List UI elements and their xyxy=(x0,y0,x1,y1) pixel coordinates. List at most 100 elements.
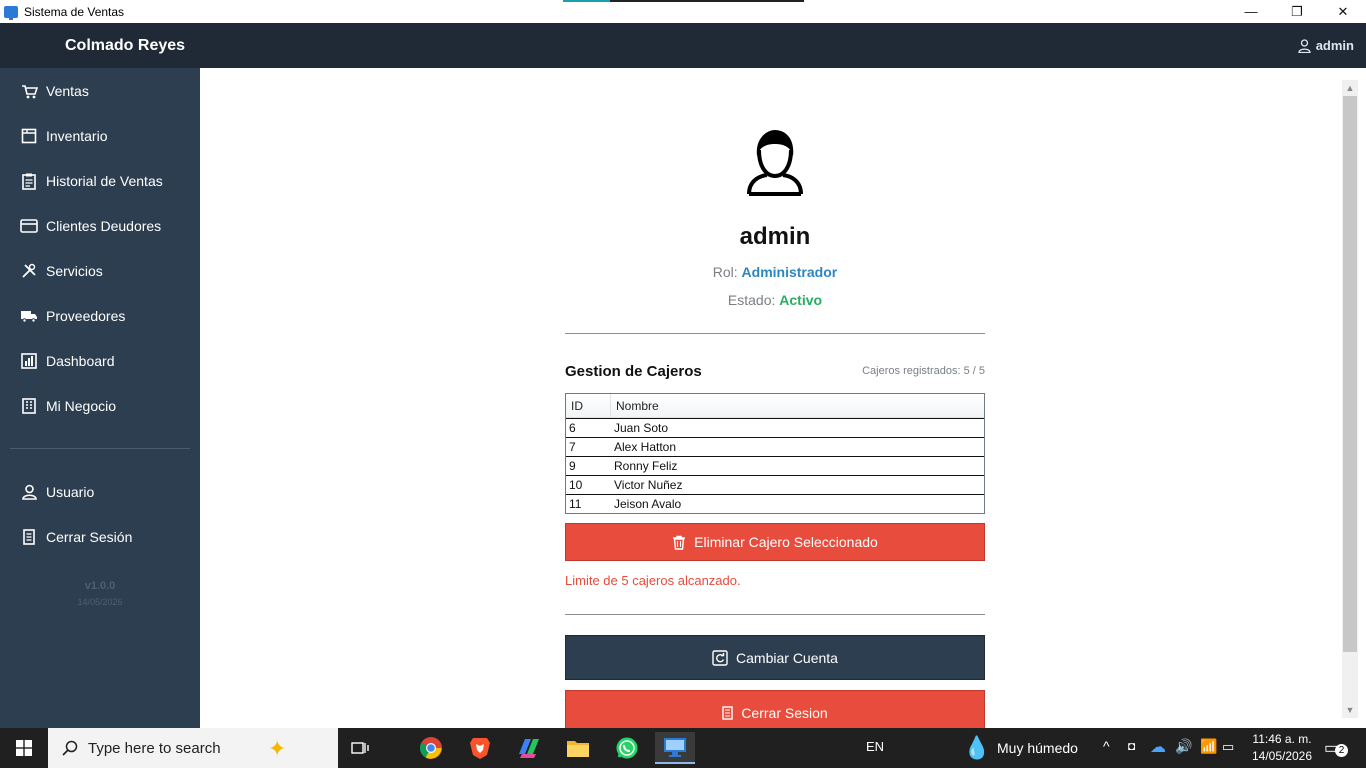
language-indicator[interactable]: EN xyxy=(866,739,884,754)
taskbar: Type here to search ✦ EN 💧 Muy húmedo ^ … xyxy=(0,728,1366,768)
cashiers-title: Gestion de Cajeros xyxy=(565,363,702,380)
task-view-button[interactable] xyxy=(340,732,380,764)
taskbar-app-brave[interactable] xyxy=(460,732,500,764)
task-view-icon xyxy=(351,742,369,754)
copilot-sparkle-icon: ✦ xyxy=(268,736,287,761)
taskbar-app-whatsapp[interactable] xyxy=(607,732,647,764)
sidebar-divider xyxy=(10,448,190,449)
taskbar-app-chrome[interactable] xyxy=(411,732,451,764)
app-version-date: 14/05/2026 xyxy=(77,597,123,607)
delete-cashier-button[interactable]: Eliminar Cajero Seleccionado xyxy=(565,523,985,561)
door-icon xyxy=(722,705,734,720)
scroll-down-icon[interactable]: ▼ xyxy=(1342,703,1358,717)
table-row[interactable]: 11 Jeison Avalo xyxy=(566,494,984,513)
sidebar-item-usuario[interactable]: Usuario xyxy=(20,480,94,504)
cell-id: 9 xyxy=(569,459,576,473)
avatar xyxy=(745,126,805,196)
minimize-button[interactable]: — xyxy=(1228,0,1274,23)
sidebar-item-proveedores[interactable]: Proveedores xyxy=(20,304,125,328)
clock-time: 11:46 a. m. xyxy=(1252,732,1312,746)
taskbar-search[interactable]: Type here to search ✦ xyxy=(48,728,338,768)
sidebar-item-mi-negocio[interactable]: Mi Negocio xyxy=(20,394,116,418)
windows-icon xyxy=(16,740,32,756)
window-titlebar: Sistema de Ventas — ❐ ✕ xyxy=(0,0,1366,23)
chevron-up-icon[interactable]: ^ xyxy=(1103,738,1110,754)
sidebar-item-label: Dashboard xyxy=(46,353,115,369)
sidebar-item-label: Servicios xyxy=(46,263,103,279)
table-header: ID Nombre xyxy=(566,394,984,418)
cell-name: Jeison Avalo xyxy=(614,497,682,511)
notifications-button[interactable]: ▭ 2 xyxy=(1324,738,1348,758)
main-content: admin Rol: Administrador Estado: Activo … xyxy=(200,68,1366,728)
taskbar-app-m365[interactable] xyxy=(509,732,549,764)
app-version: v1.0.0 xyxy=(84,580,116,592)
monitor-icon xyxy=(664,738,686,757)
sidebar: Ventas Inventario Historial de Ventas Cl… xyxy=(0,68,200,728)
sidebar-item-label: Ventas xyxy=(46,83,89,99)
sidebar-item-clientes[interactable]: Clientes Deudores xyxy=(20,214,161,238)
wifi-icon[interactable]: 📶 xyxy=(1200,738,1217,755)
header-username: admin xyxy=(1315,38,1354,53)
cashiers-count: Cajeros registrados: 5 / 5 xyxy=(862,365,985,377)
restore-button[interactable]: ❐ xyxy=(1274,0,1320,23)
table-row[interactable]: 7 Alex Hatton xyxy=(566,437,984,456)
battery-icon[interactable]: ▭ xyxy=(1222,739,1234,755)
onedrive-cloud-icon[interactable]: ☁ xyxy=(1150,737,1166,757)
cell-id: 10 xyxy=(569,478,583,492)
section-divider xyxy=(565,333,985,334)
user-avatar-icon xyxy=(747,130,803,196)
sidebar-item-cerrar-sesion[interactable]: Cerrar Sesión xyxy=(20,525,132,549)
cart-icon xyxy=(20,82,38,100)
scroll-thumb[interactable] xyxy=(1343,96,1357,652)
sidebar-item-label: Cerrar Sesión xyxy=(46,529,133,545)
close-button[interactable]: ✕ xyxy=(1320,0,1366,23)
sidebar-item-inventario[interactable]: Inventario xyxy=(20,124,107,148)
taskbar-app-sistema-ventas[interactable] xyxy=(655,732,695,764)
switch-account-label: Cambiar Cuenta xyxy=(736,649,838,666)
table-row[interactable]: 6 Juan Soto xyxy=(566,418,984,437)
folder-icon xyxy=(567,741,589,757)
scroll-up-icon[interactable]: ▲ xyxy=(1342,81,1358,95)
box-icon xyxy=(20,127,38,145)
card-icon xyxy=(20,217,38,235)
header-user[interactable]: admin xyxy=(1298,38,1354,53)
start-button[interactable] xyxy=(0,728,48,768)
role-label: Rol: xyxy=(712,264,742,280)
volume-icon[interactable]: 🔊 xyxy=(1175,738,1192,755)
sidebar-item-servicios[interactable]: Servicios xyxy=(20,259,103,283)
profile-state: Estado: Activo xyxy=(565,292,985,308)
column-header-nombre[interactable]: Nombre xyxy=(611,394,659,417)
sidebar-item-historial[interactable]: Historial de Ventas xyxy=(20,169,163,193)
taskbar-app-explorer[interactable] xyxy=(558,732,598,764)
app-monitor-icon xyxy=(4,5,18,20)
cell-name: Ronny Feliz xyxy=(614,459,678,473)
clipboard-icon xyxy=(20,172,38,190)
column-header-id[interactable]: ID xyxy=(566,394,611,417)
table-row[interactable]: 9 Ronny Feliz xyxy=(566,456,984,475)
sidebar-item-label: Clientes Deudores xyxy=(46,218,162,234)
weather-text[interactable]: Muy húmedo xyxy=(997,740,1078,756)
profile-role: Rol: Administrador xyxy=(565,264,985,280)
switch-account-button[interactable]: Cambiar Cuenta xyxy=(565,635,985,680)
clock-date: 14/05/2026 xyxy=(1251,749,1313,763)
brand-title: Colmado Reyes xyxy=(65,37,186,54)
vertical-scrollbar[interactable]: ▲ ▼ xyxy=(1342,80,1358,718)
tools-icon xyxy=(20,262,38,280)
meet-icon[interactable]: ◘ xyxy=(1128,739,1135,753)
taskbar-clock[interactable]: 11:46 a. m. 14/05/2026 xyxy=(1246,731,1318,765)
title-progress-indicator xyxy=(563,0,804,2)
section-divider xyxy=(565,614,985,615)
role-value: Administrador xyxy=(741,264,838,280)
cell-id: 7 xyxy=(569,440,576,454)
window-title: Sistema de Ventas xyxy=(24,4,125,19)
delete-cashier-label: Eliminar Cajero Seleccionado xyxy=(694,534,878,550)
sidebar-item-ventas[interactable]: Ventas xyxy=(20,79,89,103)
cashiers-table[interactable]: ID Nombre 6 Juan Soto 7 Alex Hatton 9 Ronny… xyxy=(565,393,985,514)
cell-id: 6 xyxy=(569,421,576,435)
table-row[interactable]: 10 Victor Nuñez xyxy=(566,475,984,494)
app-header: Colmado Reyes admin xyxy=(0,23,1366,68)
cell-name: Juan Soto xyxy=(614,421,669,435)
sidebar-item-label: Proveedores xyxy=(46,308,126,324)
logout-button[interactable]: Cerrar Sesion xyxy=(565,690,985,728)
sidebar-item-dashboard[interactable]: Dashboard xyxy=(20,349,115,373)
